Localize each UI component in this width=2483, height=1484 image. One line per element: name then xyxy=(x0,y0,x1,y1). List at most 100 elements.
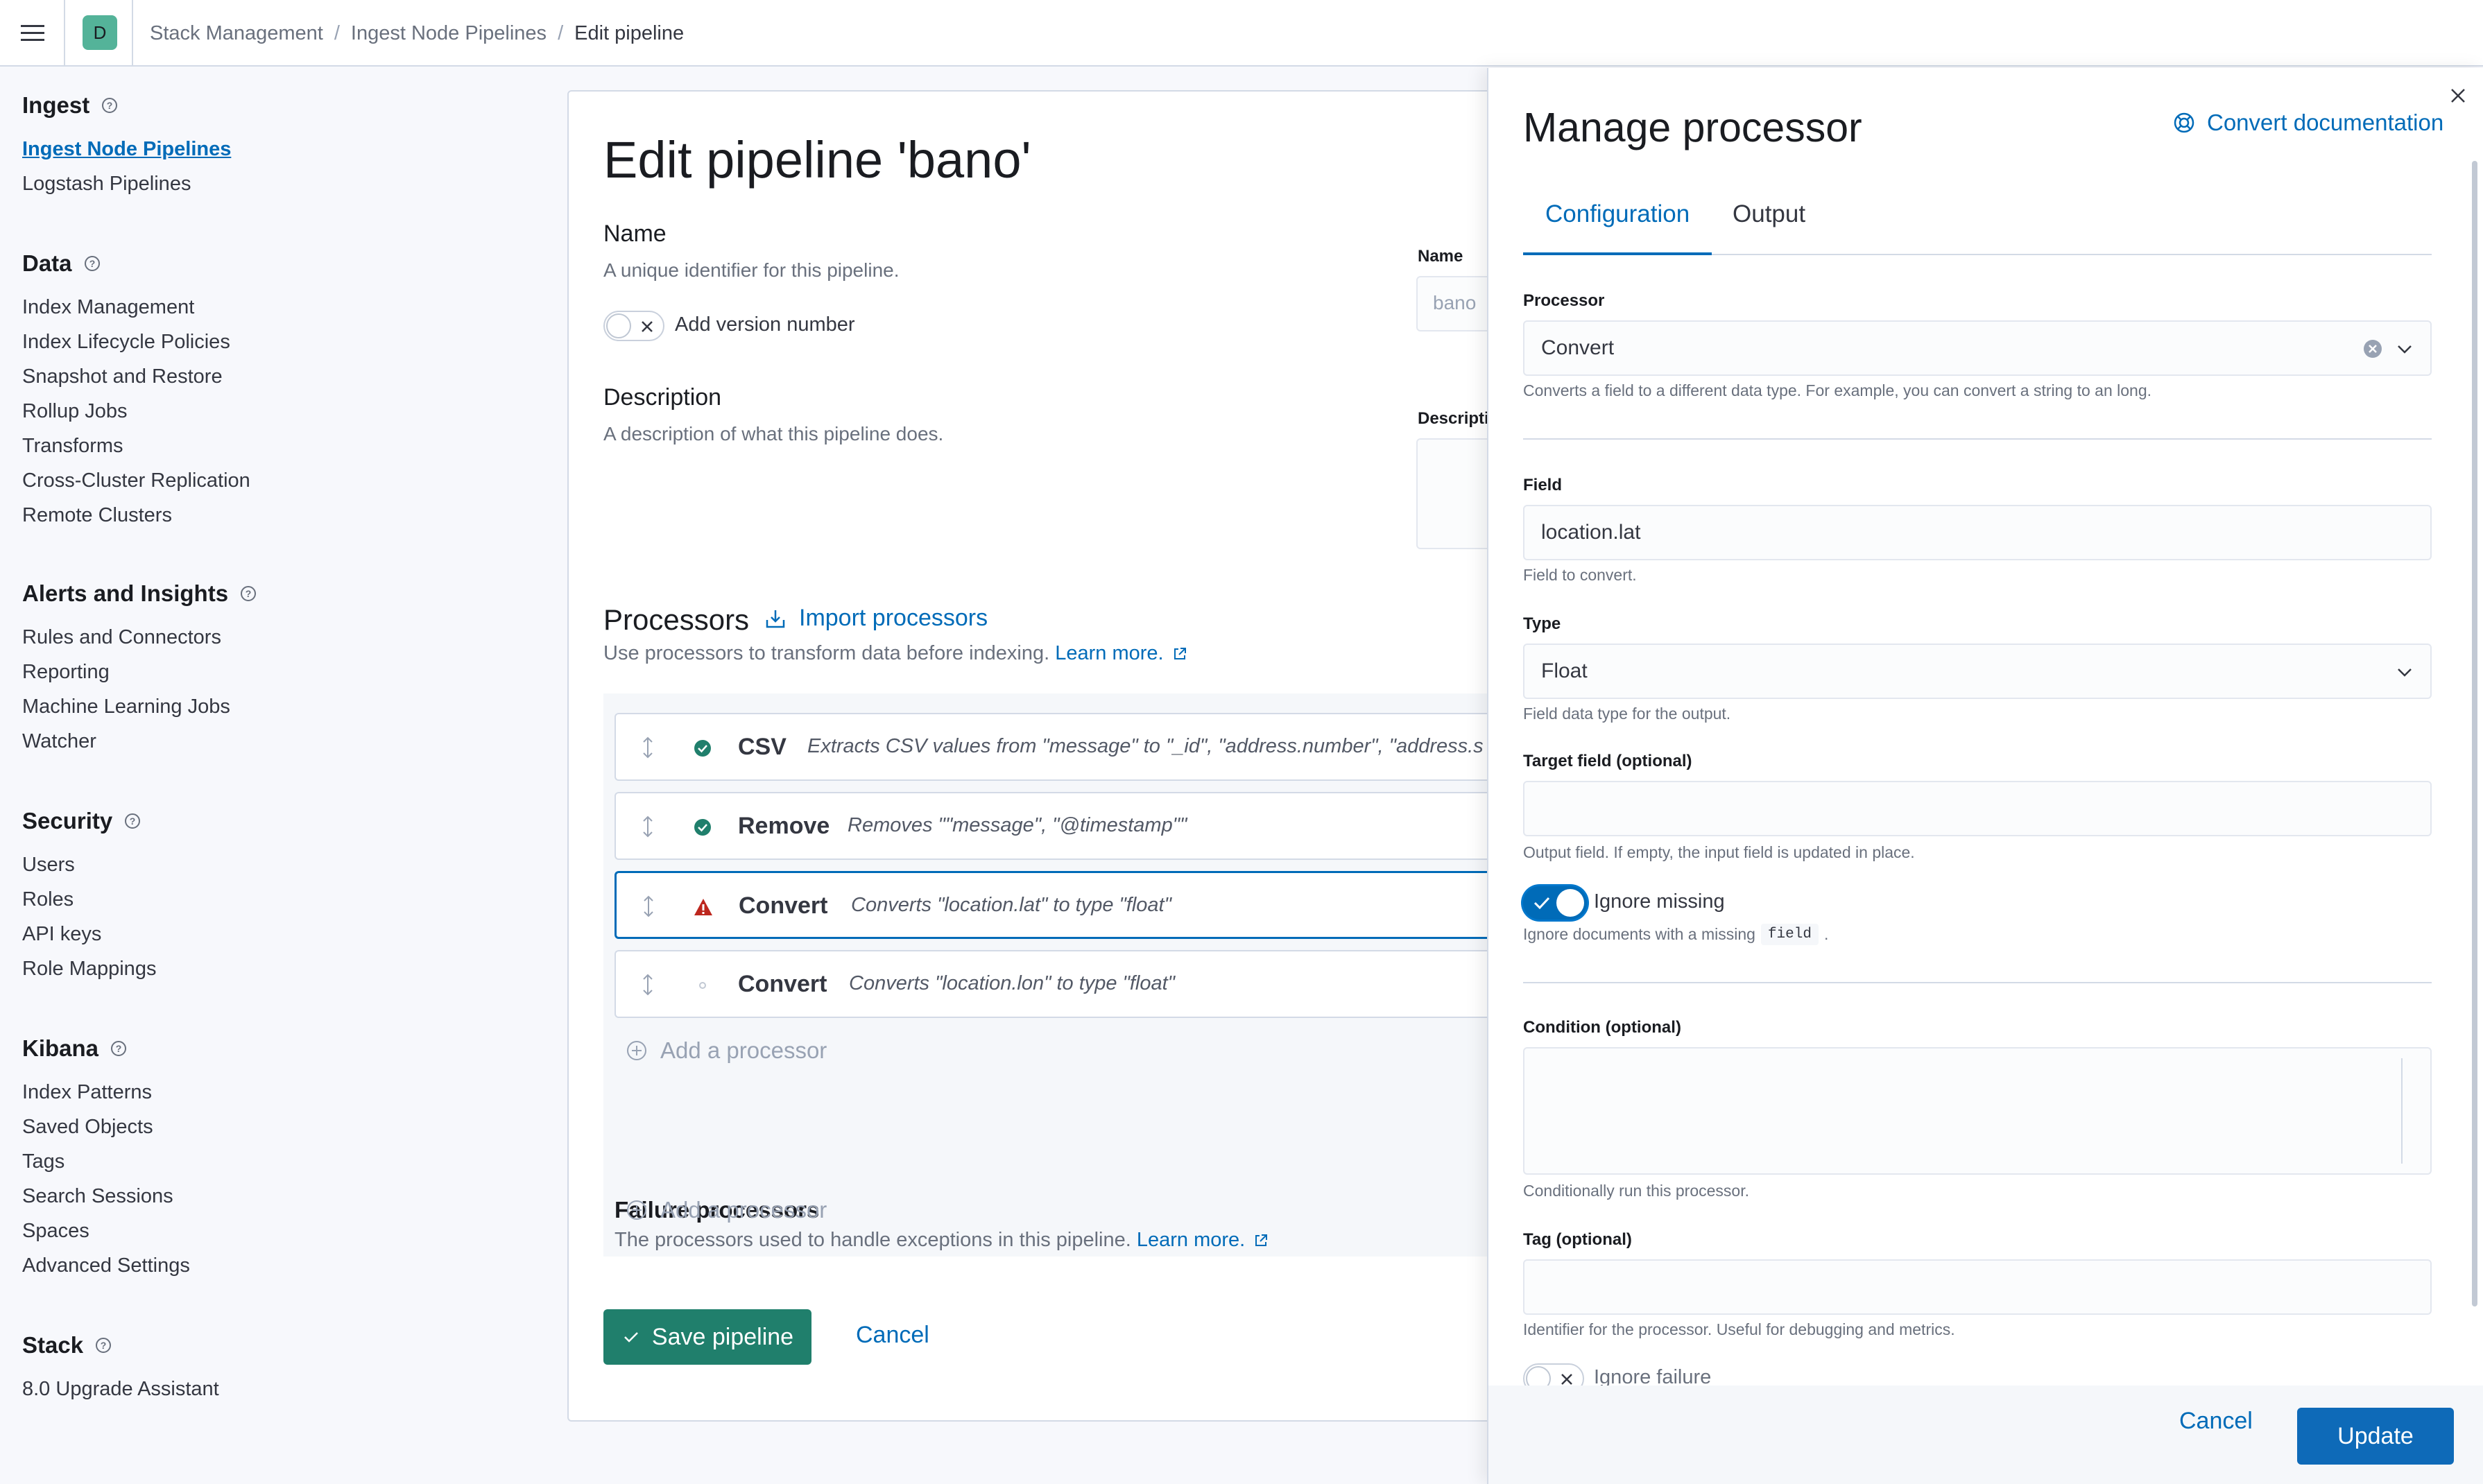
help-icon[interactable]: ? xyxy=(123,812,141,830)
nav-group-title: Kibana ? xyxy=(22,1033,190,1064)
target-field-input[interactable] xyxy=(1523,781,2432,836)
processor-row[interactable]: Remove Removes ""message", "@timestamp"" xyxy=(615,792,1537,860)
breadcrumb-separator: / xyxy=(558,21,564,44)
cancel-button[interactable]: Cancel xyxy=(856,1322,929,1349)
sidebar-item-index-patterns[interactable]: Index Patterns xyxy=(22,1075,190,1110)
sidebar: Ingest ? Ingest Node Pipelines Logstash … xyxy=(0,68,541,1484)
sidebar-item-advanced-settings[interactable]: Advanced Settings xyxy=(22,1248,190,1283)
help-icon[interactable]: ? xyxy=(94,1336,112,1354)
nav-group-title-text: Alerts and Insights xyxy=(22,580,229,606)
sidebar-item-upgrade-assistant[interactable]: 8.0 Upgrade Assistant xyxy=(22,1372,219,1406)
svg-text:?: ? xyxy=(246,588,252,599)
sidebar-item-roles[interactable]: Roles xyxy=(22,882,156,917)
sidebar-item-spaces[interactable]: Spaces xyxy=(22,1214,190,1248)
tab-output[interactable]: Output xyxy=(1733,184,1805,255)
svg-text:?: ? xyxy=(116,1043,122,1054)
failure-desc-text: The processors used to handle exceptions… xyxy=(615,1229,1131,1251)
sidebar-item-saved-objects[interactable]: Saved Objects xyxy=(22,1110,190,1144)
help-icon[interactable]: ? xyxy=(101,96,119,114)
sidebar-item-ml-jobs[interactable]: Machine Learning Jobs xyxy=(22,689,257,724)
target-field-help: Output field. If empty, the input field … xyxy=(1523,843,1915,861)
sidebar-item-ilm[interactable]: Index Lifecycle Policies xyxy=(22,325,250,359)
chevron-down-icon[interactable] xyxy=(2396,663,2414,681)
help-icon[interactable]: ? xyxy=(83,254,101,273)
tag-input[interactable] xyxy=(1523,1259,2432,1315)
close-icon[interactable] xyxy=(2447,85,2469,107)
ignore-missing-help: Ignore documents with a missing field . xyxy=(1523,924,1828,945)
sidebar-item-logstash-pipelines[interactable]: Logstash Pipelines xyxy=(22,166,231,201)
nav-group-title-text: Ingest xyxy=(22,92,90,118)
help-icon[interactable]: ? xyxy=(239,585,257,603)
flyout-cancel-button[interactable]: Cancel xyxy=(2179,1408,2253,1435)
breadcrumb: Stack Management / Ingest Node Pipelines… xyxy=(150,0,684,67)
processor-row-selected[interactable]: Convert Converts "location.lat" to type … xyxy=(615,871,1537,939)
svg-text:?: ? xyxy=(101,1340,107,1351)
learn-more-link[interactable]: Learn more. xyxy=(1055,642,1163,665)
sidebar-item-transforms[interactable]: Transforms xyxy=(22,429,250,463)
breadcrumb-separator: / xyxy=(334,21,340,44)
drag-handle-icon[interactable] xyxy=(639,972,656,997)
space-avatar[interactable]: D xyxy=(83,15,117,50)
save-pipeline-button[interactable]: Save pipeline xyxy=(603,1309,811,1365)
help-icon[interactable]: ? xyxy=(110,1039,128,1058)
flyout-tabs: Configuration Output xyxy=(1523,184,2432,255)
nav-group-title: Alerts and Insights ? xyxy=(22,578,257,609)
clear-icon[interactable] xyxy=(2362,338,2383,359)
toggle-knob xyxy=(606,313,631,338)
import-processors-link[interactable]: Import processors xyxy=(764,605,988,632)
update-button[interactable]: Update xyxy=(2297,1408,2454,1465)
check-circle-icon xyxy=(694,819,711,836)
sidebar-item-remote-clusters[interactable]: Remote Clusters xyxy=(22,498,250,533)
processor-row[interactable]: Convert Converts "location.lon" to type … xyxy=(615,950,1537,1018)
drag-handle-icon[interactable] xyxy=(639,814,656,839)
failure-learn-more-link[interactable]: Learn more. xyxy=(1137,1229,1245,1252)
processor-row[interactable]: CSV Extracts CSV values from "message" t… xyxy=(615,713,1537,781)
chevron-down-icon[interactable] xyxy=(2396,340,2414,358)
processors-desc: Use processors to transform data before … xyxy=(603,642,1187,665)
flyout-scrollbar[interactable] xyxy=(2472,161,2477,1306)
page-title: Edit pipeline 'bano' xyxy=(603,131,1031,189)
tab-configuration[interactable]: Configuration xyxy=(1523,184,1712,255)
editor-scrollbar xyxy=(2401,1058,2403,1164)
add-failure-processor-button[interactable]: Add a processor xyxy=(626,1197,827,1223)
sidebar-item-snapshot-restore[interactable]: Snapshot and Restore xyxy=(22,359,250,394)
svg-text:?: ? xyxy=(89,258,95,269)
sidebar-item-role-mappings[interactable]: Role Mappings xyxy=(22,951,156,986)
sidebar-item-rules-connectors[interactable]: Rules and Connectors xyxy=(22,620,257,655)
breadcrumb-ingest-pipelines[interactable]: Ingest Node Pipelines xyxy=(351,22,547,45)
check-circle-icon xyxy=(694,740,711,757)
processor-select[interactable]: Convert xyxy=(1523,320,2432,376)
sidebar-item-tags[interactable]: Tags xyxy=(22,1144,190,1179)
field-code: field xyxy=(1760,924,1819,945)
nav-group-title: Stack ? xyxy=(22,1330,219,1361)
sidebar-item-ingest-node-pipelines[interactable]: Ingest Node Pipelines xyxy=(22,132,231,166)
drag-handle-icon[interactable] xyxy=(640,894,657,919)
drag-handle-icon[interactable] xyxy=(639,735,656,760)
tag-help: Identifier for the processor. Useful for… xyxy=(1523,1320,1955,1338)
import-icon xyxy=(766,610,785,628)
toggle-knob xyxy=(1556,889,1584,917)
menu-icon[interactable] xyxy=(15,18,50,49)
sidebar-item-ccr[interactable]: Cross-Cluster Replication xyxy=(22,463,250,498)
add-processor-button[interactable]: Add a processor xyxy=(626,1037,827,1064)
processors-list: CSV Extracts CSV values from "message" t… xyxy=(603,693,1537,1257)
sidebar-item-users[interactable]: Users xyxy=(22,847,156,882)
condition-editor[interactable] xyxy=(1523,1047,2432,1175)
nav-group-data: Data ? Index Management Index Lifecycle … xyxy=(22,248,250,533)
sidebar-item-reporting[interactable]: Reporting xyxy=(22,655,257,689)
ignore-missing-label: Ignore missing xyxy=(1594,890,1725,913)
sidebar-item-watcher[interactable]: Watcher xyxy=(22,724,257,759)
breadcrumb-stack-management[interactable]: Stack Management xyxy=(150,22,323,45)
sidebar-item-index-management[interactable]: Index Management xyxy=(22,290,250,325)
save-pipeline-label: Save pipeline xyxy=(651,1323,794,1350)
type-select[interactable]: Float xyxy=(1523,644,2432,699)
field-input[interactable]: location.lat xyxy=(1523,505,2432,560)
sidebar-item-search-sessions[interactable]: Search Sessions xyxy=(22,1179,190,1214)
ignore-missing-toggle[interactable] xyxy=(1523,886,1587,920)
warning-icon xyxy=(694,899,712,915)
version-toggle[interactable] xyxy=(603,311,664,341)
svg-text:?: ? xyxy=(107,100,113,111)
documentation-link[interactable]: Convert documentation xyxy=(2172,110,2443,136)
sidebar-item-rollup-jobs[interactable]: Rollup Jobs xyxy=(22,394,250,429)
sidebar-item-api-keys[interactable]: API keys xyxy=(22,917,156,951)
